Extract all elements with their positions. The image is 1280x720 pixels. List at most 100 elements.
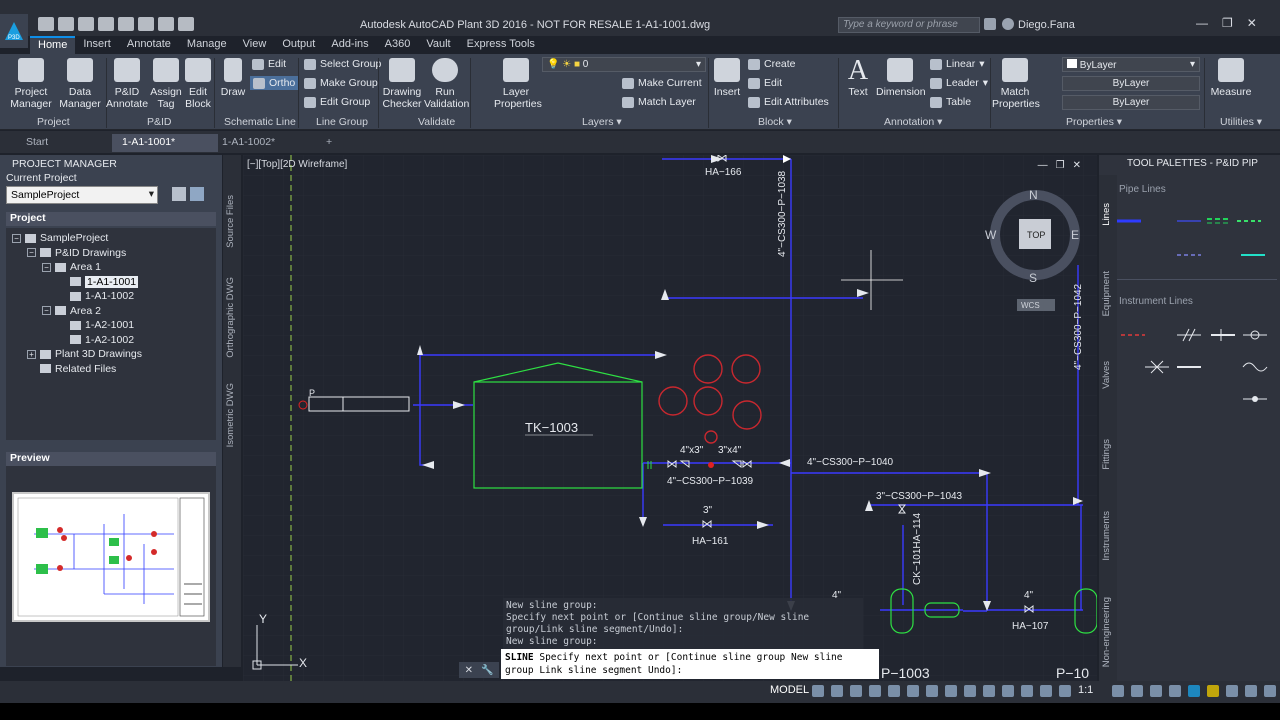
hardware-acceleration-icon[interactable]	[1245, 685, 1257, 697]
instrument-lines-tools[interactable]	[1117, 325, 1277, 405]
file-tab-1-a1-1002[interactable]: 1-A1-1002*	[212, 134, 285, 152]
share-icon[interactable]	[178, 17, 194, 31]
tree-node[interactable]: 1-A1-1001	[57, 275, 139, 288]
panel-utilities[interactable]: Utilities ▾	[1220, 116, 1262, 128]
search-icon[interactable]	[984, 18, 996, 30]
warning-icon[interactable]	[1207, 685, 1219, 697]
tab-manage[interactable]: Manage	[179, 36, 235, 54]
pid-annotate-button[interactable]: P&ID Annotate	[106, 58, 148, 110]
edit-block-button[interactable]: Edit Block	[184, 58, 212, 110]
match-properties-button[interactable]: Match Properties	[992, 58, 1040, 110]
linetype-dropdown[interactable]: ByLayer	[1062, 76, 1200, 91]
tab-vault[interactable]: Vault	[418, 36, 458, 54]
layer-dropdown[interactable]: 💡 ☀ ■ 0 ▾	[542, 57, 706, 72]
restore-icon[interactable]: ❐	[1056, 160, 1073, 171]
user-icon[interactable]	[1002, 18, 1014, 30]
tab-a360[interactable]: A360	[377, 36, 419, 54]
workspace-gear-icon[interactable]	[1112, 685, 1124, 697]
assign-tag-button[interactable]: Assign Tag	[148, 58, 184, 110]
wrench-icon[interactable]: 🔧	[481, 665, 493, 676]
tree-node[interactable]: 1-A1-1002	[57, 290, 134, 302]
tab-valves[interactable]: Valves	[1101, 361, 1112, 389]
user-name[interactable]: Diego.Fana	[1018, 19, 1075, 31]
tree-node[interactable]: − SampleProject	[12, 232, 108, 244]
close-icon[interactable]: ✕	[1247, 16, 1257, 30]
select-group-button[interactable]: Select Group	[304, 58, 381, 70]
drawing-checker-button[interactable]: Drawing Checker	[382, 58, 422, 110]
tree-node[interactable]: − Area 2	[42, 305, 101, 317]
app-menu-button[interactable]: P3D	[0, 14, 28, 48]
collapse-icon[interactable]: −	[42, 306, 51, 315]
dynamic-input-icon[interactable]	[869, 685, 881, 697]
match-layer-button[interactable]: Match Layer	[622, 96, 696, 108]
tree-node[interactable]: − P&ID Drawings	[27, 247, 126, 259]
leader-button[interactable]: Leader ▾	[930, 77, 988, 89]
drawing-canvas[interactable]: TK−1003 P TOP N S E W WCS HA−166 4"−CS30…	[243, 155, 1097, 681]
close-icon[interactable]: ✕	[465, 665, 473, 676]
panel-properties[interactable]: Properties ▾	[1066, 116, 1122, 128]
tab-insert[interactable]: Insert	[75, 36, 119, 54]
command-line-input[interactable]: SLINE Specify next point or [Continue sl…	[501, 649, 879, 679]
tree-node[interactable]: 1-A2-1002	[57, 334, 134, 346]
table-button[interactable]: Table	[930, 96, 971, 108]
tree-node[interactable]: + Plant 3D Drawings	[27, 348, 142, 360]
tab-home[interactable]: Home	[30, 36, 76, 54]
model-space-button[interactable]: MODEL	[770, 684, 809, 696]
file-tab-1-a1-1001[interactable]: 1-A1-1001*	[112, 134, 218, 152]
file-tab-start[interactable]: Start	[16, 134, 58, 152]
edit-line-button[interactable]: Edit	[252, 58, 286, 70]
linear-dim-button[interactable]: Linear ▾	[930, 58, 984, 70]
close-icon[interactable]: ✕	[1073, 160, 1089, 171]
quick-properties-icon[interactable]	[1169, 685, 1181, 697]
panel-annotation[interactable]: Annotation ▾	[884, 116, 942, 128]
tab-instruments[interactable]: Instruments	[1101, 511, 1112, 561]
tree-node[interactable]: Related Files	[27, 363, 116, 375]
insert-block-button[interactable]: Insert	[710, 58, 744, 98]
draw-button[interactable]: Draw	[218, 58, 248, 98]
auto-scale-icon[interactable]	[1059, 685, 1071, 697]
lock-ui-icon[interactable]	[1188, 685, 1200, 697]
tab-orthographic-dwg[interactable]: Orthographic DWG	[225, 277, 236, 358]
ortho-mode-icon[interactable]	[888, 685, 900, 697]
annotation-visibility-icon[interactable]	[1040, 685, 1052, 697]
tab-view[interactable]: View	[235, 36, 275, 54]
collapse-icon[interactable]: −	[42, 262, 51, 272]
minimize-icon[interactable]: —	[1038, 160, 1056, 171]
viewport-controls-label[interactable]: [−][Top][2D Wireframe]	[247, 159, 347, 170]
tree-node[interactable]: − Area 1	[42, 261, 101, 273]
tab-equipment[interactable]: Equipment	[1101, 271, 1112, 316]
tree-node[interactable]: 1-A2-1001	[57, 319, 134, 331]
save-as-icon[interactable]	[98, 17, 114, 31]
lineweight-icon[interactable]	[983, 685, 995, 697]
tab-annotate[interactable]: Annotate	[119, 36, 179, 54]
new-icon[interactable]	[38, 17, 54, 31]
tab-output[interactable]: Output	[274, 36, 323, 54]
color-dropdown[interactable]: ByLayer ▾	[1062, 57, 1200, 72]
edit-block-small-button[interactable]: Edit	[748, 77, 782, 89]
text-button[interactable]: A Text	[842, 56, 874, 99]
save-icon[interactable]	[78, 17, 94, 31]
panel-layers[interactable]: Layers ▾	[582, 116, 622, 128]
create-block-button[interactable]: Create	[748, 58, 796, 70]
print-icon[interactable]	[118, 17, 134, 31]
tab-add-ins[interactable]: Add-ins	[323, 36, 376, 54]
collapse-icon[interactable]: −	[27, 248, 36, 257]
tab-isometric-dwg[interactable]: Isometric DWG	[225, 383, 236, 447]
object-snap-icon[interactable]	[964, 685, 976, 697]
selection-cycling-icon[interactable]	[1021, 685, 1033, 697]
open-icon[interactable]	[58, 17, 74, 31]
lineweight-dropdown[interactable]: ByLayer	[1062, 95, 1200, 110]
snap-icon[interactable]	[831, 685, 843, 697]
data-manager-button[interactable]: Data Manager	[58, 58, 102, 110]
project-settings-icon[interactable]	[172, 187, 186, 201]
current-project-select[interactable]: SampleProject	[6, 186, 158, 204]
project-setup-icon[interactable]	[190, 187, 204, 201]
panel-block[interactable]: Block ▾	[758, 116, 792, 128]
grid-icon[interactable]	[812, 685, 824, 697]
minimize-icon[interactable]: —	[1196, 16, 1208, 30]
units-icon[interactable]	[1150, 685, 1162, 697]
clean-screen-icon[interactable]	[1264, 685, 1276, 697]
infer-constraints-icon[interactable]	[850, 685, 862, 697]
polar-tracking-icon[interactable]	[907, 685, 919, 697]
collapse-icon[interactable]: −	[12, 233, 21, 243]
